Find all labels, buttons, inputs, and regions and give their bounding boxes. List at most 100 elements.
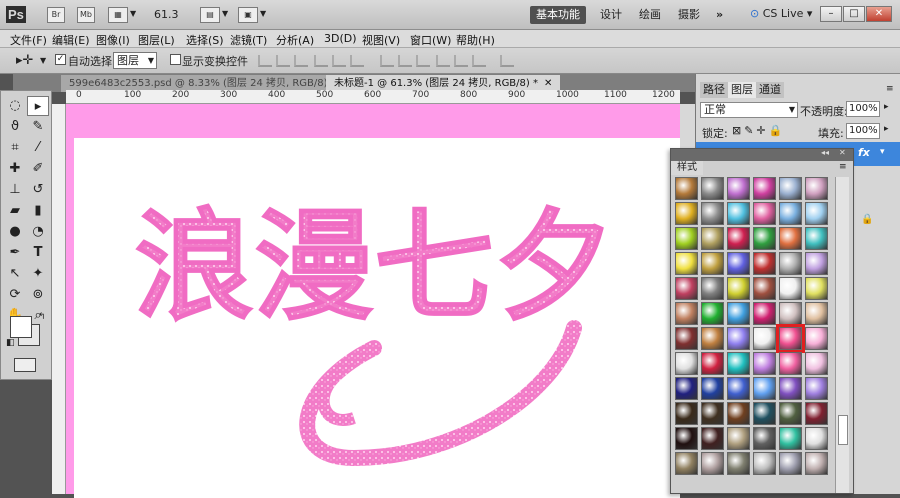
align-right-icon[interactable] [350, 55, 364, 67]
panel-menu-icon[interactable]: ≡ [886, 84, 894, 94]
style-swatch[interactable] [753, 377, 776, 400]
style-swatch[interactable] [805, 377, 828, 400]
arrange-documents-icon[interactable]: ▤ [200, 7, 220, 23]
blend-mode-dropdown[interactable]: 正常 ▼ [700, 102, 798, 118]
workspace-painting[interactable]: 绘画 [633, 6, 667, 24]
menu-3d[interactable]: 3D(D) [324, 32, 357, 45]
style-swatch[interactable] [779, 302, 802, 325]
menu-filter[interactable]: 滤镜(T) [230, 32, 267, 48]
distribute-left-icon[interactable] [436, 55, 450, 67]
distribute-bottom-icon[interactable] [416, 55, 430, 67]
style-swatch[interactable] [779, 452, 802, 475]
style-swatch[interactable] [753, 252, 776, 275]
shape-tool-icon[interactable]: ✦ [27, 264, 49, 284]
style-swatch[interactable] [779, 202, 802, 225]
style-swatch[interactable] [675, 352, 698, 375]
auto-align-icon[interactable] [500, 55, 514, 67]
style-swatch[interactable] [727, 302, 750, 325]
align-vcenter-icon[interactable] [276, 55, 290, 67]
tab-paths[interactable]: 路径 [700, 82, 728, 98]
style-swatch[interactable] [727, 227, 750, 250]
3d-rotate-tool-icon[interactable]: ⟳ [4, 285, 26, 305]
style-swatch[interactable] [805, 452, 828, 475]
style-swatch[interactable] [779, 427, 802, 450]
style-swatch[interactable] [675, 202, 698, 225]
style-swatch[interactable] [753, 277, 776, 300]
style-swatch[interactable] [753, 302, 776, 325]
workspace-essentials[interactable]: 基本功能 [530, 6, 586, 24]
style-swatch[interactable] [727, 277, 750, 300]
style-swatch[interactable] [701, 402, 724, 425]
close-button[interactable]: ✕ [866, 6, 892, 22]
style-swatch[interactable] [675, 252, 698, 275]
auto-select-checkbox[interactable]: ✓ [55, 54, 66, 65]
mini-bridge-icon[interactable]: Mb [77, 7, 95, 23]
style-swatch[interactable] [805, 302, 828, 325]
style-swatch[interactable] [675, 277, 698, 300]
dodge-tool-icon[interactable]: ◔ [27, 222, 49, 242]
menu-help[interactable]: 帮助(H) [456, 32, 495, 48]
style-swatch[interactable] [701, 352, 724, 375]
eyedropper-tool-icon[interactable]: ⁄ [27, 138, 49, 158]
menu-file[interactable]: 文件(F) [10, 32, 47, 48]
tab-layers[interactable]: 图层 [728, 82, 756, 98]
style-swatch[interactable] [701, 252, 724, 275]
style-swatch[interactable] [805, 177, 828, 200]
path-select-tool-icon[interactable]: ↖ [4, 264, 26, 284]
3d-orbit-tool-icon[interactable]: ⊚ [27, 285, 49, 305]
style-swatch[interactable] [701, 202, 724, 225]
collapse-icon[interactable]: ◂◂ [821, 148, 829, 157]
chevron-down-icon[interactable]: ▾ [880, 147, 885, 157]
style-swatch[interactable] [727, 327, 750, 350]
style-swatch[interactable] [805, 327, 828, 350]
style-swatch[interactable] [779, 352, 802, 375]
maximize-button[interactable]: □ [843, 6, 865, 22]
style-swatch[interactable] [727, 352, 750, 375]
crop-tool-icon[interactable]: ⌗ [4, 138, 26, 158]
style-swatch[interactable] [805, 202, 828, 225]
style-swatch[interactable] [753, 327, 776, 350]
move-tool-icon[interactable]: ▸ [27, 96, 49, 116]
style-swatch[interactable] [727, 402, 750, 425]
style-swatch[interactable] [779, 177, 802, 200]
style-swatch[interactable] [753, 177, 776, 200]
quick-mask-button[interactable] [14, 358, 36, 372]
style-swatch[interactable] [727, 177, 750, 200]
style-swatch[interactable] [701, 177, 724, 200]
menu-view[interactable]: 视图(V) [362, 32, 400, 48]
style-swatch[interactable] [753, 452, 776, 475]
style-swatch[interactable] [701, 427, 724, 450]
clone-stamp-tool-icon[interactable]: ⊥ [4, 180, 26, 200]
style-swatch[interactable] [805, 227, 828, 250]
pen-tool-icon[interactable]: ✒ [4, 243, 26, 263]
style-swatch[interactable] [675, 377, 698, 400]
style-swatch[interactable] [753, 402, 776, 425]
menu-analysis[interactable]: 分析(A) [276, 32, 314, 48]
zoom-level[interactable]: 61.3 [154, 8, 179, 21]
style-swatch[interactable] [675, 302, 698, 325]
chevron-down-icon[interactable]: ▼ [260, 9, 266, 18]
more-workspaces-button[interactable]: » [710, 6, 729, 24]
view-extras-icon[interactable]: ▦ [108, 7, 128, 23]
style-swatch[interactable] [701, 377, 724, 400]
default-colors-icon[interactable]: ◧ [6, 338, 15, 348]
style-swatch[interactable] [675, 327, 698, 350]
style-swatch[interactable] [701, 227, 724, 250]
style-swatch[interactable] [675, 452, 698, 475]
quick-select-tool-icon[interactable]: ✎ [27, 117, 49, 137]
chevron-down-icon[interactable]: ▼ [130, 9, 136, 18]
move-tool-icon[interactable]: ▸✛ [16, 53, 33, 68]
menu-edit[interactable]: 编辑(E) [52, 32, 90, 48]
distribute-right-icon[interactable] [472, 55, 486, 67]
chevron-down-icon[interactable]: ▼ [222, 9, 228, 18]
chevron-down-icon[interactable]: ▼ [40, 56, 46, 65]
style-swatch[interactable] [727, 377, 750, 400]
auto-select-dropdown[interactable]: 图层 ▼ [113, 52, 157, 69]
style-swatch[interactable] [805, 427, 828, 450]
show-transform-checkbox[interactable] [170, 54, 181, 65]
style-swatch[interactable] [727, 252, 750, 275]
menu-window[interactable]: 窗口(W) [410, 32, 451, 48]
style-swatch[interactable] [727, 202, 750, 225]
lasso-tool-icon[interactable]: ϑ [4, 117, 26, 137]
style-swatch[interactable] [675, 427, 698, 450]
